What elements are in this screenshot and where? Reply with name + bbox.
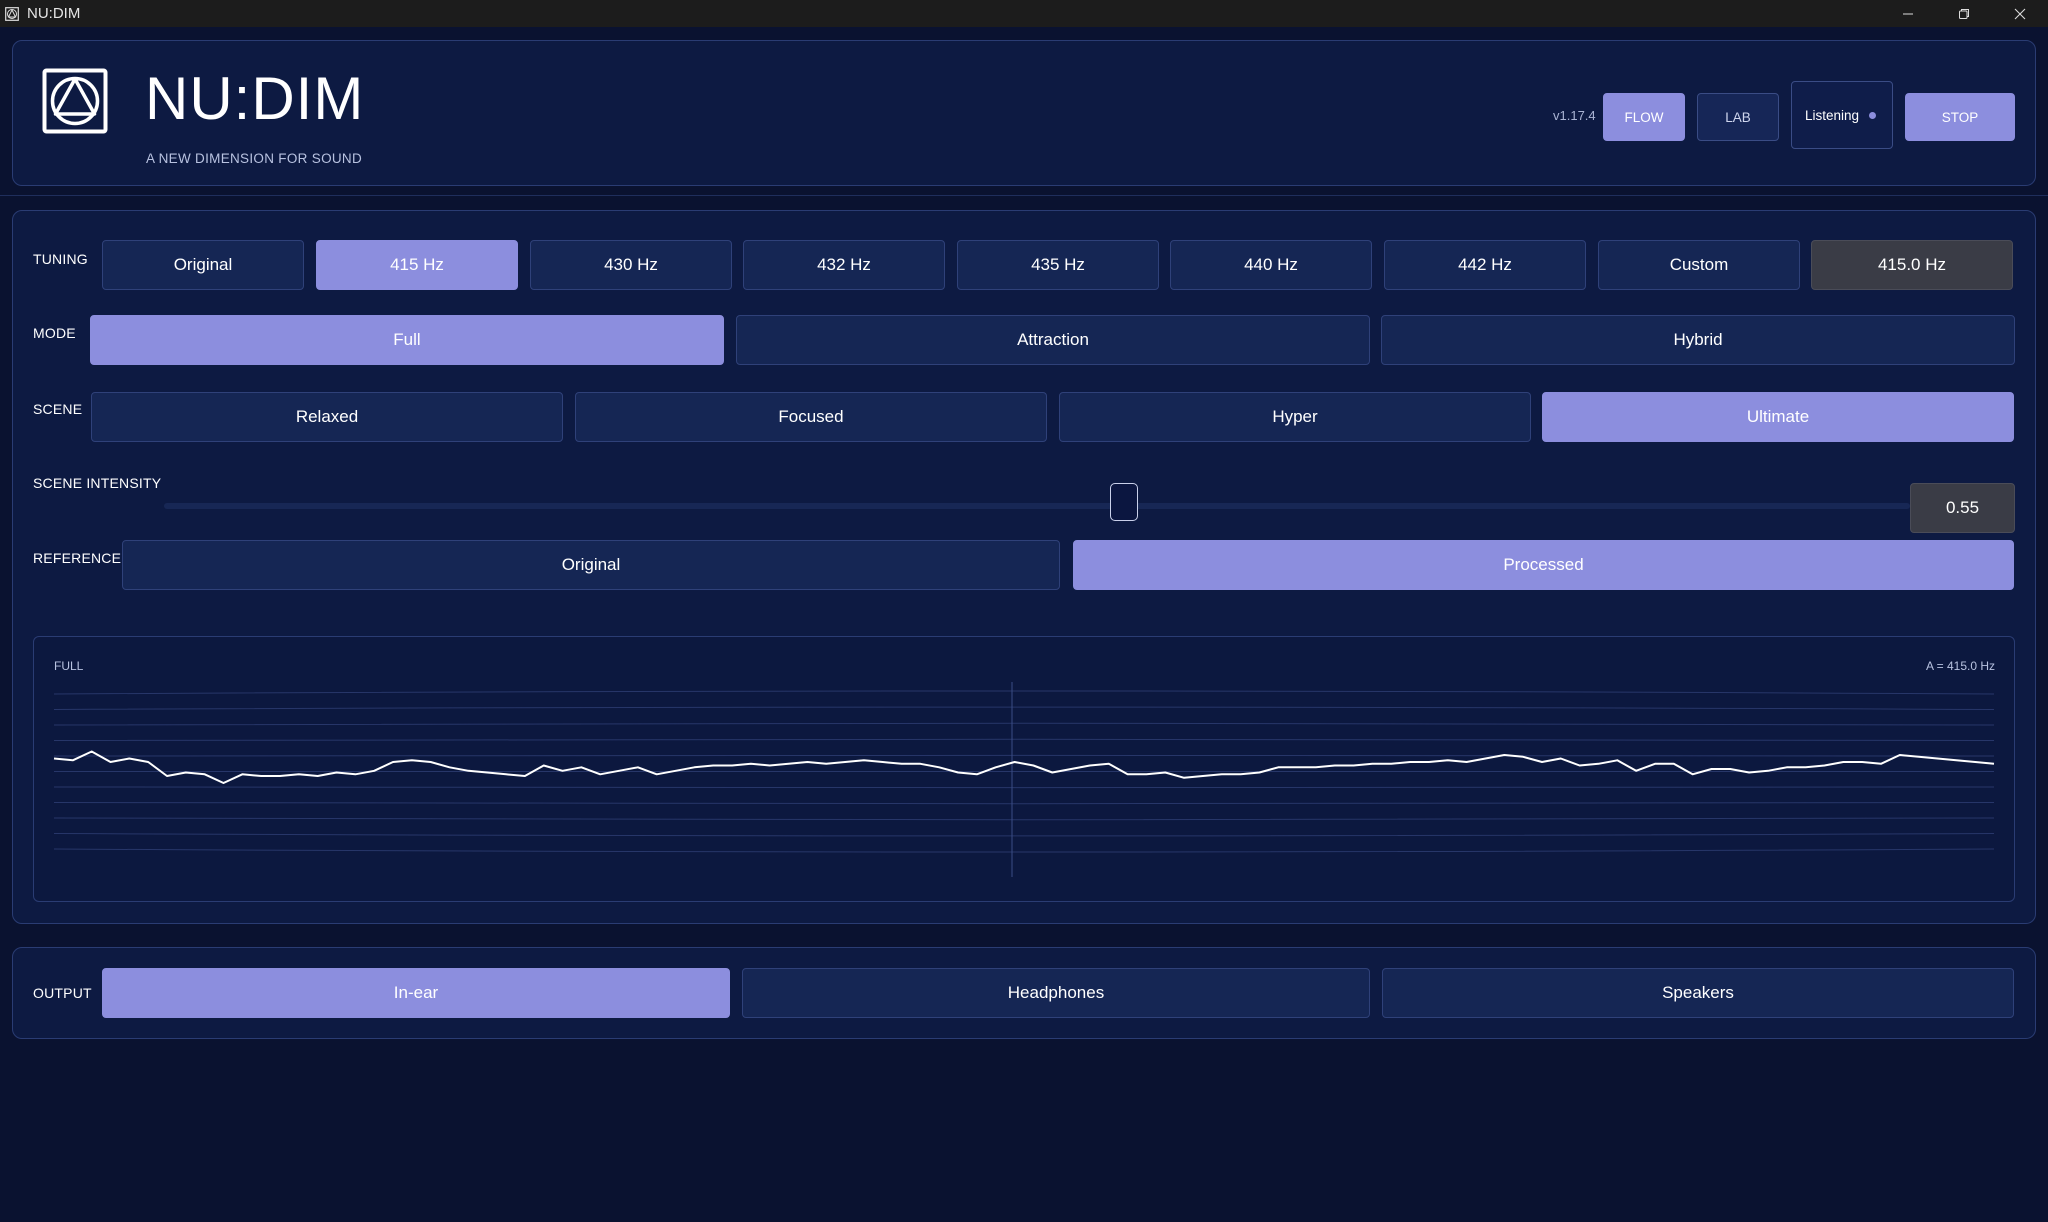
- app-title: NU:DIM: [145, 65, 365, 132]
- grid-line: [53, 690, 1995, 695]
- waveform-visualizer: FULL A = 415.0 Hz: [33, 636, 2015, 902]
- mode-hybrid-button[interactable]: Hybrid: [1381, 315, 2015, 365]
- tuning-frequency-readout[interactable]: 415.0 Hz: [1811, 240, 2013, 290]
- header-divider: [0, 195, 2048, 196]
- output-label: OUTPUT: [33, 985, 92, 1001]
- grid-line: [53, 802, 1995, 805]
- window-titlebar: NU:DIM: [0, 0, 2048, 27]
- scene-intensity-label: SCENE INTENSITY: [33, 475, 162, 491]
- scene-relaxed-button[interactable]: Relaxed: [91, 392, 563, 442]
- nudim-logo-icon: [42, 68, 108, 134]
- restore-icon: [1959, 8, 1969, 19]
- scene-intensity-value[interactable]: 0.55: [1910, 483, 2015, 533]
- grid-line: [53, 738, 1995, 741]
- close-button[interactable]: [1992, 0, 2048, 27]
- window-title: NU:DIM: [27, 5, 81, 22]
- reference-processed-button[interactable]: Processed: [1073, 540, 2014, 590]
- output-speakers-button[interactable]: Speakers: [1382, 968, 2014, 1018]
- tuning-custom-button[interactable]: Custom: [1598, 240, 1800, 290]
- scene-label: SCENE: [33, 401, 83, 417]
- output-panel: OUTPUT In-ear Headphones Speakers: [12, 947, 2036, 1039]
- waveform-plot: [53, 682, 1995, 877]
- controls-panel: TUNING Original 415 Hz 430 Hz 432 Hz 435…: [12, 210, 2036, 924]
- scene-hyper-button[interactable]: Hyper: [1059, 392, 1531, 442]
- listening-indicator-icon: [1869, 112, 1876, 119]
- reference-original-button[interactable]: Original: [122, 540, 1060, 590]
- header-panel: NU:DIM A NEW DIMENSION FOR SOUND v1.17.4…: [12, 40, 2036, 186]
- mode-attraction-button[interactable]: Attraction: [736, 315, 1370, 365]
- scene-intensity-slider-thumb[interactable]: [1110, 483, 1139, 521]
- reference-label: REFERENCE: [33, 550, 122, 566]
- app-subtitle: A NEW DIMENSION FOR SOUND: [146, 151, 363, 166]
- stop-button[interactable]: STOP: [1905, 93, 2015, 141]
- tuning-label: TUNING: [33, 251, 88, 267]
- tuning-430-button[interactable]: 430 Hz: [530, 240, 732, 290]
- grid-line: [53, 722, 1995, 726]
- restore-button[interactable]: [1936, 0, 1992, 27]
- scene-intensity-slider[interactable]: [164, 483, 1910, 521]
- scene-ultimate-button[interactable]: Ultimate: [1542, 392, 2014, 442]
- tuning-435-button[interactable]: 435 Hz: [957, 240, 1159, 290]
- listening-label: Listening: [1805, 107, 1860, 123]
- minimize-button[interactable]: [1880, 0, 1936, 27]
- grid-line: [53, 817, 1995, 821]
- grid-line: [53, 706, 1995, 710]
- mode-label: MODE: [33, 325, 76, 341]
- listening-status[interactable]: Listening: [1791, 81, 1893, 149]
- output-inear-button[interactable]: In-ear: [102, 968, 730, 1018]
- tuning-432-button[interactable]: 432 Hz: [743, 240, 945, 290]
- grid-line: [53, 786, 1995, 789]
- grid-line: [53, 754, 1995, 757]
- tuning-415-button[interactable]: 415 Hz: [316, 240, 518, 290]
- minimize-icon: [1903, 13, 1913, 14]
- app-root: NU:DIM A NEW DIMENSION FOR SOUND v1.17.4…: [0, 27, 2048, 1222]
- flow-button[interactable]: FLOW: [1603, 93, 1685, 141]
- output-headphones-button[interactable]: Headphones: [742, 968, 1370, 1018]
- close-icon: [2014, 8, 2026, 19]
- mode-full-button[interactable]: Full: [90, 315, 724, 365]
- lab-button[interactable]: LAB: [1697, 93, 1779, 141]
- scene-focused-button[interactable]: Focused: [575, 392, 1047, 442]
- grid-line: [53, 848, 1995, 853]
- tuning-442-button[interactable]: 442 Hz: [1384, 240, 1586, 290]
- grid-line: [53, 833, 1995, 837]
- tuning-440-button[interactable]: 440 Hz: [1170, 240, 1372, 290]
- tuning-original-button[interactable]: Original: [102, 240, 304, 290]
- version-label: v1.17.4: [1553, 108, 1596, 123]
- app-icon: [5, 6, 19, 21]
